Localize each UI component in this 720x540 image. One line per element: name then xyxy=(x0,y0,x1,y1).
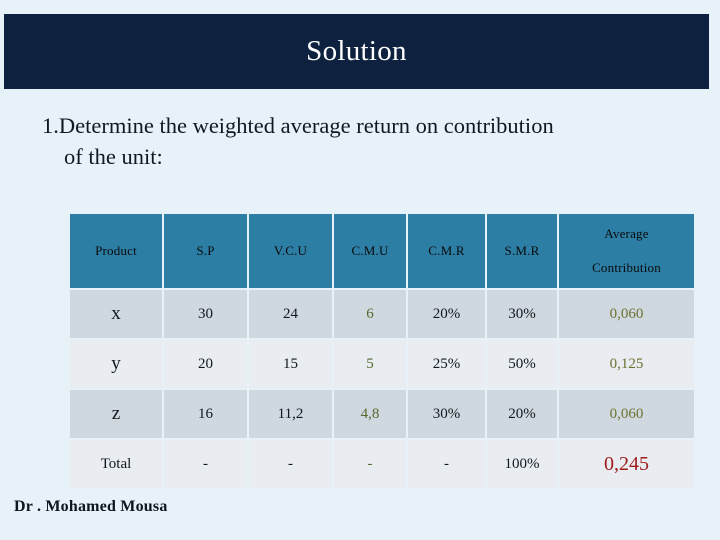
cell-smr: 100% xyxy=(487,440,557,488)
column-header-sp: S.P xyxy=(164,214,247,288)
presenter-name: Dr . Mohamed Mousa xyxy=(14,498,168,515)
cell-sp: - xyxy=(164,440,247,488)
column-header-average-contribution: Average Contribution xyxy=(559,214,694,288)
title-banner: Solution xyxy=(4,14,709,89)
cell-average-contribution: 0,125 xyxy=(559,340,694,388)
cell-product: x xyxy=(70,290,162,338)
cell-vcu: 15 xyxy=(249,340,332,388)
cell-vcu: 24 xyxy=(249,290,332,338)
cell-cmu: - xyxy=(334,440,406,488)
cell-cmu: 4,8 xyxy=(334,390,406,438)
cell-cmr: 30% xyxy=(408,390,485,438)
cell-vcu: - xyxy=(249,440,332,488)
cell-average-contribution: 0,060 xyxy=(559,290,694,338)
cell-smr: 20% xyxy=(487,390,557,438)
cell-cmu: 5 xyxy=(334,340,406,388)
cell-vcu: 11,2 xyxy=(249,390,332,438)
cell-average-contribution: 0,060 xyxy=(559,390,694,438)
cell-average-contribution-total: 0,245 xyxy=(559,440,694,488)
column-header-vcu: V.C.U xyxy=(249,214,332,288)
column-header-smr: S.M.R xyxy=(487,214,557,288)
column-header-product: Product xyxy=(70,214,162,288)
cell-cmr: 20% xyxy=(408,290,485,338)
cell-smr: 50% xyxy=(487,340,557,388)
cell-cmu: 6 xyxy=(334,290,406,338)
cell-cmr: 25% xyxy=(408,340,485,388)
bullet-line-1: 1.Determine the weighted average return … xyxy=(42,113,554,138)
bullet-text-block: 1.Determine the weighted average return … xyxy=(42,110,702,172)
cell-product: z xyxy=(70,390,162,438)
solution-table: Product S.P V.C.U C.M.U C.M.R S.M.R Aver… xyxy=(68,212,696,490)
column-header-cmu: C.M.U xyxy=(334,214,406,288)
cell-cmr: - xyxy=(408,440,485,488)
cell-smr: 30% xyxy=(487,290,557,338)
cell-product: y xyxy=(70,340,162,388)
column-header-average-line1: Average xyxy=(604,226,649,241)
table-header-row: Product S.P V.C.U C.M.U C.M.R S.M.R Aver… xyxy=(70,214,694,288)
column-header-cmr: C.M.R xyxy=(408,214,485,288)
column-header-average-line2: Contribution xyxy=(592,260,661,275)
bullet-line-2: of the unit: xyxy=(64,144,163,169)
cell-sp: 30 xyxy=(164,290,247,338)
table-row: z 16 11,2 4,8 30% 20% 0,060 xyxy=(70,390,694,438)
cell-sp: 16 xyxy=(164,390,247,438)
table-row: y 20 15 5 25% 50% 0,125 xyxy=(70,340,694,388)
table-row: x 30 24 6 20% 30% 0,060 xyxy=(70,290,694,338)
page-title: Solution xyxy=(306,35,407,67)
table-row-total: Total - - - - 100% 0,245 xyxy=(70,440,694,488)
cell-product-total-label: Total xyxy=(70,440,162,488)
cell-sp: 20 xyxy=(164,340,247,388)
